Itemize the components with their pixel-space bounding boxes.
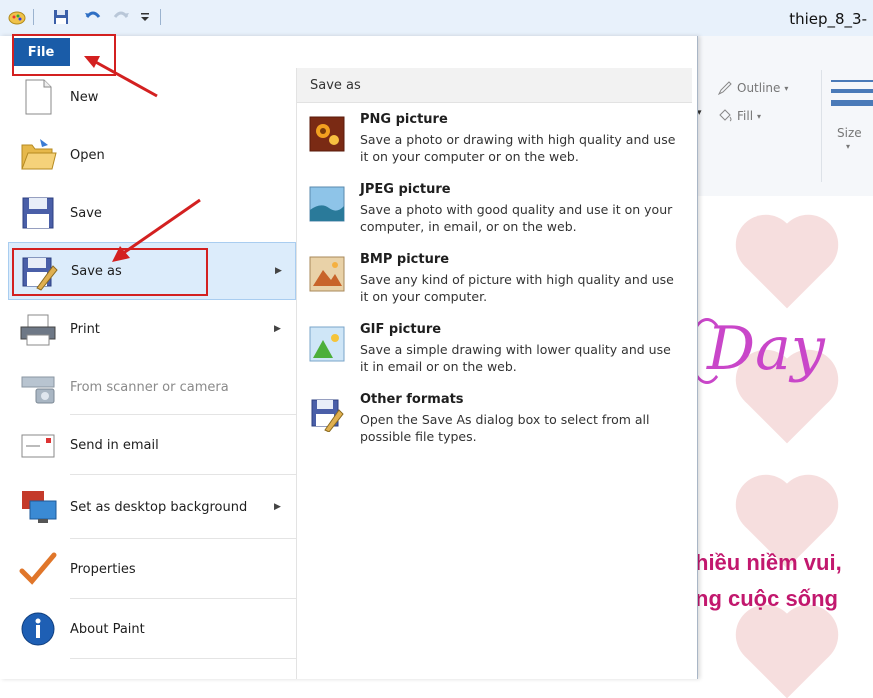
save-icon[interactable] <box>52 8 70 26</box>
menu-item-save[interactable]: Save <box>8 184 296 242</box>
save-as-option-title: JPEG picture <box>360 182 451 197</box>
menu-item-label: Set as desktop background <box>70 499 248 515</box>
menu-item-print[interactable]: Print ▶ <box>8 300 296 358</box>
fill-dropdown-icon: ▾ <box>757 111 762 121</box>
menu-item-properties[interactable]: Properties <box>8 540 296 598</box>
menu-item-label: Open <box>70 147 105 163</box>
canvas-text-line-1: hiều niềm vui, <box>695 550 842 575</box>
menu-separator <box>70 414 296 415</box>
redo-icon[interactable] <box>112 8 130 26</box>
menu-item-label: New <box>70 89 99 105</box>
drawing-canvas[interactable]: Day hiều niềm vui, ng cuộc sống <box>689 196 873 698</box>
outline-dropdown-icon: ▾ <box>784 83 789 93</box>
jpeg-picture-icon <box>309 186 345 222</box>
save-as-other-formats-option[interactable]: Other formats Open the Save As dialog bo… <box>297 388 692 456</box>
menu-item-label: Print <box>70 321 100 337</box>
window-title: thiep_8_3- <box>789 10 867 28</box>
file-menu-commands: New Open Save Save as ▶ Print ▶ From sca… <box>8 68 296 679</box>
save-as-option-title: BMP picture <box>360 252 450 267</box>
menu-separator <box>70 538 296 539</box>
save-as-option-description: Open the Save As dialog box to select fr… <box>360 412 650 444</box>
menu-item-label: About Paint <box>70 621 145 637</box>
menu-separator <box>70 598 296 599</box>
fill-button[interactable]: Fill ▾ <box>717 108 761 124</box>
save-as-panel: Save as PNG picture Save a photo or draw… <box>297 68 692 679</box>
submenu-arrow-icon: ▶ <box>275 266 282 276</box>
bmp-picture-icon <box>309 256 345 292</box>
heart-decoration <box>744 613 830 698</box>
fill-bucket-icon <box>719 109 732 122</box>
outline-pencil-icon <box>717 81 732 96</box>
save-as-option-title: GIF picture <box>360 322 442 337</box>
save-as-option-description: Save a simple drawing with lower quality… <box>360 342 671 374</box>
menu-item-new[interactable]: New <box>8 68 296 126</box>
outline-label: Outline <box>737 81 781 95</box>
save-as-gif-option[interactable]: GIF picture Save a simple drawing with l… <box>297 318 692 386</box>
save-as-panel-header: Save as <box>297 68 692 103</box>
paint-app-icon[interactable] <box>8 8 26 26</box>
menu-item-about-paint[interactable]: About Paint <box>8 600 296 658</box>
ribbon: Outline ▾ Fill ▾ ▾ Size ▾ <box>695 36 873 197</box>
menu-separator <box>70 658 296 659</box>
info-icon <box>18 609 58 649</box>
size-button[interactable]: Size ▾ <box>829 74 873 154</box>
submenu-arrow-icon: ▶ <box>274 502 281 512</box>
menu-item-send-in-email[interactable]: Send in email <box>8 416 296 474</box>
save-as-option-description: Save a photo or drawing with high qualit… <box>360 132 676 164</box>
save-as-jpeg-option[interactable]: JPEG picture Save a photo with good qual… <box>297 178 692 246</box>
save-as-option-title: PNG picture <box>360 112 448 127</box>
menu-item-label: Send in email <box>70 437 159 453</box>
undo-icon[interactable] <box>84 8 102 26</box>
save-as-panel-title: Save as <box>310 78 361 93</box>
customize-dropdown-icon[interactable] <box>138 8 152 26</box>
file-menu: New Open Save Save as ▶ Print ▶ From sca… <box>0 36 698 679</box>
size-dropdown-icon: ▾ <box>846 142 851 151</box>
save-as-option-description: Save any kind of picture with high quali… <box>360 272 674 304</box>
desktop-background-icon <box>18 487 58 527</box>
other-formats-icon <box>309 396 345 433</box>
fill-label: Fill <box>737 109 754 123</box>
menu-item-label: Save <box>70 205 102 221</box>
save-as-option-description: Save a photo with good quality and use i… <box>360 202 673 234</box>
heart-decoration <box>744 223 830 309</box>
scanner-camera-icon <box>18 367 58 407</box>
canvas-text-line-2: ng cuộc sống <box>695 586 838 611</box>
printer-icon <box>18 309 58 349</box>
menu-item-open[interactable]: Open <box>8 126 296 184</box>
annotation-box-save-as <box>12 248 208 296</box>
png-picture-icon <box>309 116 345 152</box>
save-as-bmp-option[interactable]: BMP picture Save any kind of picture wit… <box>297 248 692 316</box>
email-icon <box>18 425 58 465</box>
open-folder-icon <box>18 135 58 175</box>
menu-separator <box>70 474 296 475</box>
submenu-arrow-icon: ▶ <box>274 324 281 334</box>
menu-item-label: From scanner or camera <box>70 379 229 395</box>
title-bar: thiep_8_3- <box>0 0 873 37</box>
save-as-option-title: Other formats <box>360 392 464 407</box>
size-label: Size <box>837 126 862 140</box>
menu-item-label: Properties <box>70 561 136 577</box>
save-disk-icon <box>18 193 58 233</box>
checkmark-icon <box>18 549 58 589</box>
outline-button[interactable]: Outline ▾ <box>717 80 788 96</box>
menu-item-set-as-desktop-background[interactable]: Set as desktop background ▶ <box>8 478 296 536</box>
menu-item-from-scanner-or-camera[interactable]: From scanner or camera <box>8 358 296 416</box>
new-document-icon <box>18 77 58 117</box>
save-as-png-option[interactable]: PNG picture Save a photo or drawing with… <box>297 108 692 176</box>
gif-picture-icon <box>309 326 345 362</box>
annotation-box-file <box>12 34 116 76</box>
size-lines-icon <box>831 80 873 106</box>
